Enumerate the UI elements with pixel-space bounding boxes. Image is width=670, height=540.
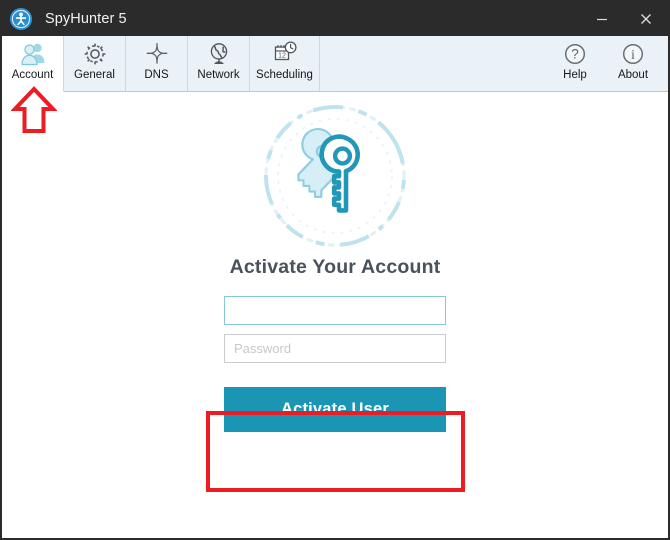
tab-scheduling-label: Scheduling — [256, 69, 313, 81]
globe-icon — [206, 40, 232, 68]
toolbar: Account General DNS Network 12 Schedulin… — [2, 36, 668, 92]
info-circle-icon: i — [620, 40, 646, 68]
gear-icon — [82, 40, 108, 68]
activate-user-button[interactable]: Activate User — [224, 387, 446, 432]
users-icon — [18, 40, 48, 68]
calendar-clock-icon: 12 — [271, 40, 299, 68]
tab-about[interactable]: i About — [604, 36, 662, 92]
tab-network[interactable]: Network — [188, 36, 250, 91]
account-panel: Activate Your Account Activate User — [2, 92, 668, 538]
minimize-button[interactable] — [580, 2, 624, 36]
window-title: SpyHunter 5 — [45, 11, 127, 27]
spyhunter-logo-icon — [10, 8, 32, 30]
question-circle-icon: ? — [562, 40, 588, 68]
svg-text:i: i — [631, 47, 635, 62]
page-title: Activate Your Account — [229, 256, 441, 278]
tab-network-label: Network — [197, 69, 240, 81]
tab-help[interactable]: ? Help — [546, 36, 604, 92]
tab-scheduling[interactable]: 12 Scheduling — [250, 36, 320, 91]
close-button[interactable] — [624, 2, 668, 36]
tab-general[interactable]: General — [64, 36, 126, 91]
compass-icon — [143, 40, 171, 68]
tab-dns-label: DNS — [144, 69, 169, 81]
tab-account-label: Account — [11, 69, 54, 81]
tab-general-label: General — [74, 69, 115, 81]
password-input[interactable] — [224, 334, 446, 363]
svg-text:12: 12 — [278, 51, 286, 60]
toolbar-right-group: ? Help i About — [546, 36, 662, 92]
svg-text:?: ? — [571, 47, 579, 62]
spyhunter-window: SpyHunter 5 Account General DNS Network … — [0, 0, 670, 540]
tab-account[interactable]: Account — [2, 36, 64, 92]
username-input[interactable] — [224, 296, 446, 325]
title-bar: SpyHunter 5 — [2, 2, 668, 36]
tab-dns[interactable]: DNS — [126, 36, 188, 91]
tab-about-label: About — [617, 69, 649, 81]
tab-help-label: Help — [563, 69, 587, 81]
keys-icon — [260, 101, 410, 251]
window-controls — [580, 2, 668, 36]
